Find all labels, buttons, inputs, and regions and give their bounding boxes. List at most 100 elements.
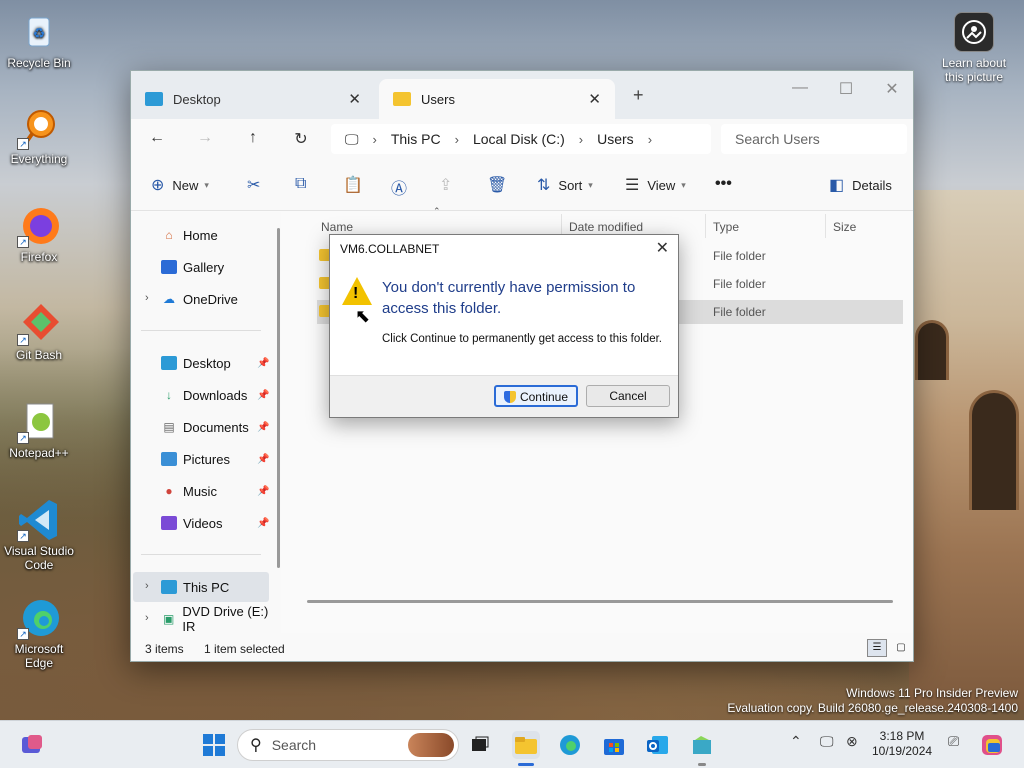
sort-icon: ⇅ (537, 177, 551, 194)
outlook-icon[interactable] (644, 731, 672, 759)
refresh-icon[interactable]: ↻ (289, 129, 313, 149)
start-icon[interactable] (200, 731, 228, 759)
column-separator[interactable] (705, 214, 706, 238)
cancel-button[interactable]: Cancel (586, 385, 670, 407)
nav-desktop[interactable]: Desktop 📌 (161, 352, 269, 374)
recycle-bin-icon: ♻ (17, 10, 61, 54)
chevron-right-icon[interactable]: › (373, 132, 377, 147)
nav-music[interactable]: ● Music 📌 (161, 480, 269, 502)
column-name[interactable]: Name (321, 220, 353, 234)
tiles-view-icon[interactable]: ▢ (891, 639, 911, 657)
copy-icon[interactable]: ⧉ (295, 175, 306, 193)
nav-label: Gallery (183, 259, 225, 275)
nav-downloads[interactable]: ↓ Downloads 📌 (161, 384, 269, 406)
watermark-line: Windows 11 Pro Insider Preview (846, 686, 1018, 700)
breadcrumb[interactable]: 🖵 › This PC › Local Disk (C:) › Users › (331, 124, 711, 154)
search-input[interactable]: Search Users (721, 124, 907, 154)
network-icon[interactable]: 🖵 (820, 733, 834, 750)
horizontal-scrollbar[interactable] (307, 600, 893, 603)
desktop-icon-label: Notepad++ (9, 446, 69, 460)
task-view-icon[interactable] (466, 731, 494, 759)
new-tab-icon[interactable]: + (633, 85, 644, 106)
minimize-icon[interactable]: — (785, 79, 815, 97)
clock[interactable]: 3:18 PM 10/19/2024 (872, 729, 932, 759)
tab-users[interactable]: Users ✕ (379, 79, 615, 119)
taskbar-search-label: Search (271, 737, 317, 753)
new-button[interactable]: ⊕ New ▾ (151, 175, 209, 195)
view-button[interactable]: ☰ View ▾ (625, 175, 686, 195)
share-icon[interactable]: ⇪ (439, 175, 452, 195)
nav-videos[interactable]: Videos 📌 (161, 512, 269, 534)
nav-onedrive[interactable]: ☁ OneDrive (161, 288, 238, 310)
tab-label: Users (421, 91, 455, 107)
copilot-icon[interactable] (978, 731, 1006, 759)
app-taskbar-icon[interactable] (688, 731, 716, 759)
expand-chevron-icon[interactable]: › (145, 580, 149, 592)
desktop-icon-recycle-bin[interactable]: ♻ Recycle Bin (4, 10, 74, 70)
nav-this-pc[interactable]: This PC (161, 576, 229, 598)
row-type: File folder (713, 305, 766, 319)
column-separator[interactable] (825, 214, 826, 238)
desktop-icon-everything[interactable]: ↗ Everything (4, 106, 74, 166)
expand-chevron-icon[interactable]: › (145, 612, 149, 624)
nav-label: Documents (183, 419, 249, 435)
breadcrumb-this-pc[interactable]: This PC (391, 131, 441, 147)
nav-dvd-drive[interactable]: ▣ DVD Drive (E:) IR (161, 604, 281, 634)
forward-icon[interactable]: → (193, 129, 217, 147)
continue-button[interactable]: Continue (494, 385, 578, 407)
desktop-icon-notepad-plus-plus[interactable]: ↗ Notepad++ (4, 400, 74, 460)
learn-about-picture[interactable]: Learn about this picture (932, 12, 1016, 84)
nav-pictures[interactable]: Pictures 📌 (161, 448, 269, 470)
tab-desktop[interactable]: Desktop ✕ (131, 79, 375, 119)
column-date-modified[interactable]: Date modified (569, 220, 643, 234)
close-tab-icon[interactable]: ✕ (348, 90, 361, 108)
desktop-icon-firefox[interactable]: ↗ Firefox (4, 204, 74, 264)
copilot-widget-icon[interactable] (18, 731, 46, 759)
nav-scrollbar[interactable] (277, 228, 280, 568)
details-button[interactable]: ◧ Details (829, 175, 892, 195)
delete-icon[interactable]: 🗑 (487, 175, 507, 195)
column-size[interactable]: Size (833, 220, 856, 234)
desktop-folder-icon (161, 356, 177, 370)
desktop-icon-vscode[interactable]: ↗ Visual Studio Code (4, 498, 74, 572)
chevron-right-icon[interactable]: › (455, 132, 459, 147)
pin-icon: 📌 (257, 357, 270, 369)
dialog-close-icon[interactable]: ✕ (656, 238, 669, 258)
details-view-icon[interactable]: ☰ (867, 639, 887, 657)
back-icon[interactable]: ← (145, 129, 169, 147)
breadcrumb-users[interactable]: Users (597, 131, 634, 147)
sort-button[interactable]: ⇅ Sort ▾ (537, 175, 593, 195)
desktop-icon-git-bash[interactable]: ↗ Git Bash (4, 302, 74, 362)
pin-icon: 📌 (257, 453, 270, 465)
chevron-right-icon[interactable]: › (579, 132, 583, 147)
more-icon[interactable]: ••• (715, 175, 732, 193)
pictures-icon (161, 452, 177, 466)
edge-taskbar-icon[interactable] (556, 731, 584, 759)
nav-home[interactable]: ⌂ Home (161, 224, 217, 246)
chevron-right-icon[interactable]: › (648, 132, 652, 147)
nav-gallery[interactable]: Gallery (161, 256, 224, 278)
maximize-icon[interactable]: ☐ (831, 79, 861, 99)
notifications-icon[interactable]: ⎚ (948, 733, 959, 750)
paste-icon[interactable]: 📋 (343, 175, 363, 195)
taskbar-search[interactable]: ⚲ Search (237, 729, 459, 761)
breadcrumb-local-disk[interactable]: Local Disk (C:) (473, 131, 565, 147)
nav-label: DVD Drive (E:) IR (182, 604, 269, 634)
cut-icon[interactable]: ✂ (247, 175, 260, 195)
pin-icon: 📌 (257, 485, 270, 497)
running-indicator (698, 763, 706, 766)
column-type[interactable]: Type (713, 220, 739, 234)
volume-muted-icon[interactable]: ⊗ (846, 733, 858, 750)
dialog-body: Click Continue to permanently get access… (382, 333, 662, 345)
rename-icon[interactable]: Ⓐ (391, 175, 407, 199)
store-icon[interactable] (600, 731, 628, 759)
window-close-icon[interactable]: ✕ (877, 79, 907, 99)
up-icon[interactable]: ↑ (241, 129, 265, 147)
file-explorer-taskbar-icon[interactable] (512, 731, 540, 759)
chevron-up-icon[interactable]: ⌃ (790, 733, 802, 750)
nav-documents[interactable]: ▤ Documents 📌 (161, 416, 269, 438)
expand-chevron-icon[interactable]: › (145, 292, 149, 304)
close-tab-icon[interactable]: ✕ (588, 90, 601, 108)
home-icon: ⌂ (165, 228, 173, 242)
desktop-icon-edge[interactable]: ↗ Microsoft Edge (4, 596, 74, 670)
